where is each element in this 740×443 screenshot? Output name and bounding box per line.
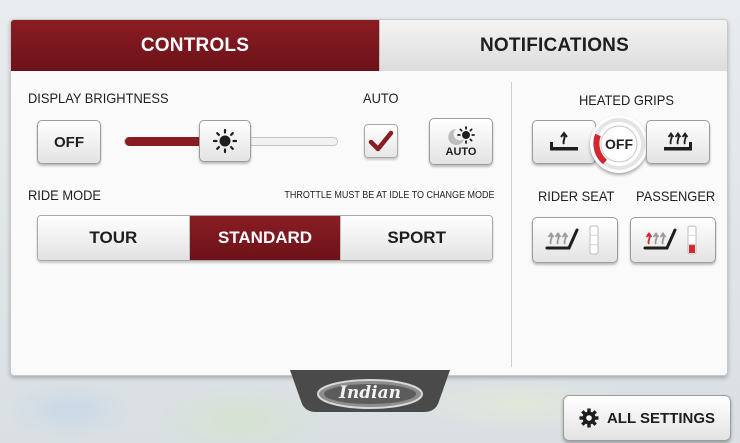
section-divider [511, 82, 512, 367]
auto-button-label: AUTO [445, 145, 477, 158]
all-settings-button[interactable]: ALL SETTINGS [563, 395, 731, 441]
brightness-slider-thumb[interactable] [199, 120, 251, 162]
checkmark-icon [368, 129, 394, 153]
ride-mode-standard[interactable]: STANDARD [188, 216, 341, 260]
sun-icon [212, 128, 238, 154]
tab-notifications[interactable]: NOTIFICATIONS [379, 20, 727, 71]
controls-panel: CONTROLS NOTIFICATIONS DISPLAY BRIGHTNES… [10, 19, 728, 376]
moon-sun-auto-icon [444, 125, 478, 148]
passenger-seat-heat-button[interactable] [630, 217, 716, 263]
rider-seat-label: RIDER SEAT [538, 188, 615, 204]
passenger-seat-label: PASSENGER [636, 188, 716, 204]
heated-grips-increase-button[interactable] [646, 120, 710, 164]
ride-mode-note: THROTTLE MUST BE AT IDLE TO CHANGE MODE [284, 190, 495, 201]
auto-label: AUTO [363, 90, 399, 106]
brightness-off-button[interactable]: OFF [37, 120, 101, 164]
auto-brightness-checkbox[interactable] [364, 124, 398, 158]
ride-mode-label: RIDE MODE [28, 187, 101, 203]
seat-heat-icon [537, 222, 613, 258]
auto-brightness-button[interactable]: AUTO [429, 118, 493, 165]
heated-grips-decrease-button[interactable] [532, 120, 596, 164]
heated-grips-dial[interactable]: OFF [590, 115, 648, 173]
heat-low-icon [547, 130, 581, 154]
seat-heat-icon [635, 222, 711, 258]
heat-high-icon [661, 130, 695, 154]
brightness-slider-fill [125, 137, 206, 146]
indian-logo: Indian [290, 370, 450, 414]
gear-icon [579, 408, 599, 428]
ride-mode-tour[interactable]: TOUR [38, 216, 189, 260]
tab-controls[interactable]: CONTROLS [11, 20, 379, 71]
logo-text: Indian [338, 383, 402, 403]
heated-grips-label: HEATED GRIPS [579, 92, 674, 108]
heated-grips-dial-label: OFF [605, 136, 633, 152]
display-brightness-label: DISPLAY BRIGHTNESS [28, 90, 169, 106]
tab-bar: CONTROLS NOTIFICATIONS [11, 20, 727, 71]
rider-seat-heat-button[interactable] [532, 217, 618, 263]
all-settings-label: ALL SETTINGS [606, 409, 716, 427]
ride-mode-sport[interactable]: SPORT [340, 216, 492, 260]
ride-mode-selector: TOUR STANDARD SPORT [37, 215, 493, 261]
